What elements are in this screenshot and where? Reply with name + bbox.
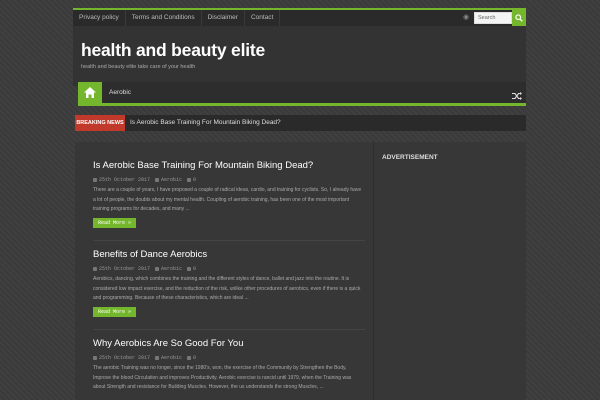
sidebar: ADVERTISEMENT (373, 142, 526, 400)
clock-icon (93, 267, 97, 271)
post-date: 25th October 2017 (99, 177, 151, 183)
read-more-button[interactable]: Read More » (93, 218, 137, 228)
comment-icon (187, 178, 192, 182)
clock-icon (93, 178, 97, 182)
post-category[interactable]: Aerobic (161, 266, 182, 272)
post-excerpt: Aerobics, dancing, which combines the tr… (93, 276, 361, 302)
post-comments[interactable]: 0 (193, 355, 196, 361)
home-icon (84, 87, 96, 98)
post-title[interactable]: Why Aerobics Are So Good For You (93, 338, 244, 349)
search-input[interactable]: Search (474, 12, 512, 24)
comment-icon (187, 356, 192, 360)
widget-title-advertisement: ADVERTISEMENT (382, 154, 438, 161)
main-nav: Aerobic (78, 82, 526, 106)
folder-icon (155, 267, 160, 271)
post-title[interactable]: Benefits of Dance Aerobics (93, 249, 207, 260)
search-icon (515, 14, 523, 22)
post-category[interactable]: Aerobic (161, 177, 182, 183)
breaking-news-label: BREAKING NEWS (75, 115, 125, 131)
folder-icon (155, 178, 160, 182)
post-comments[interactable]: 0 (193, 177, 196, 183)
post-title[interactable]: Is Aerobic Base Training For Mountain Bi… (93, 160, 313, 171)
top-bar: Privacy policy Terms and Conditions Disc… (73, 8, 526, 26)
post-meta: 25th October 2017 Aerobic 0 (93, 177, 196, 183)
nav-item-aerobic[interactable]: Aerobic (109, 82, 131, 103)
post-date: 25th October 2017 (99, 266, 151, 272)
top-nav-terms-and-conditions[interactable]: Terms and Conditions (126, 10, 202, 26)
post-meta: 25th October 2017 Aerobic 0 (93, 355, 196, 361)
post-date: 25th October 2017 (99, 355, 151, 361)
post-divider (93, 240, 365, 241)
top-nav: Privacy policy Terms and Conditions Disc… (73, 10, 281, 26)
search-button[interactable] (512, 10, 526, 26)
post-excerpt: There are a couple of years, I have prop… (93, 187, 362, 213)
post-comments[interactable]: 0 (193, 266, 196, 272)
top-nav-contact[interactable]: Contact (245, 10, 281, 26)
breaking-news-bar: BREAKING NEWS Is Aerobic Base Training F… (75, 115, 526, 131)
post-meta: 25th October 2017 Aerobic 0 (93, 266, 196, 272)
shuffle-icon[interactable] (512, 88, 522, 100)
main-content: Is Aerobic Base Training For Mountain Bi… (75, 142, 526, 400)
site-header: health and beauty elite health and beaut… (73, 26, 526, 86)
breaking-news-link[interactable]: Is Aerobic Base Training For Mountain Bi… (130, 115, 281, 131)
home-button[interactable] (78, 82, 102, 103)
post-category[interactable]: Aerobic (161, 355, 182, 361)
folder-icon (155, 356, 160, 360)
site-tagline: health and beauty elite take care of you… (81, 64, 196, 70)
top-nav-disclaimer[interactable]: Disclaimer (202, 10, 245, 26)
site-title[interactable]: health and beauty elite (81, 40, 265, 61)
clock-icon (93, 356, 97, 360)
comment-icon (187, 267, 192, 271)
post-excerpt: The aerobic Training was no longer, sinc… (93, 365, 352, 391)
read-more-button[interactable]: Read More » (93, 307, 137, 317)
rss-icon[interactable]: ◉ (462, 14, 470, 22)
post-divider (93, 329, 365, 330)
top-nav-privacy-policy[interactable]: Privacy policy (73, 10, 126, 26)
